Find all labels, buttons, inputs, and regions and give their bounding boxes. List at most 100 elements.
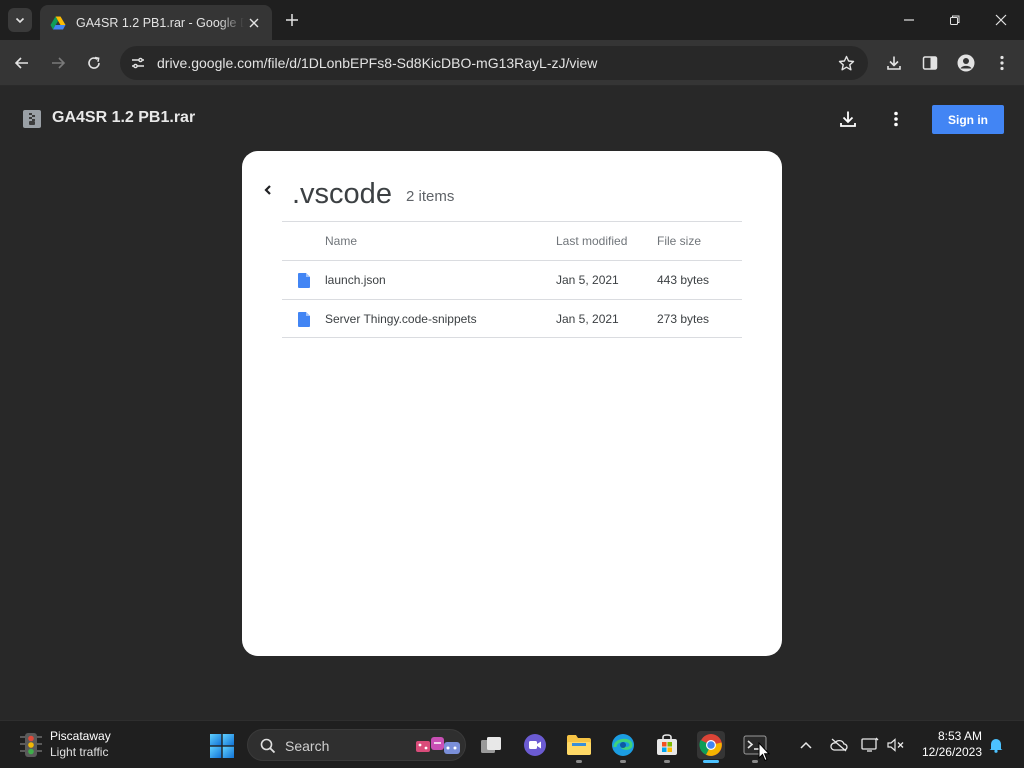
display-settings[interactable]	[860, 735, 880, 755]
bookmark-star-icon[interactable]	[837, 54, 855, 72]
site-settings-icon[interactable]	[129, 54, 147, 72]
file-title: GA4SR 1.2 PB1.rar	[52, 109, 196, 126]
close-icon	[995, 14, 1007, 26]
active-indicator	[703, 760, 719, 763]
side-panel-icon	[922, 56, 938, 70]
table-row[interactable]: launch.json Jan 5, 2021 443 bytes	[282, 260, 742, 299]
address-bar[interactable]: drive.google.com/file/d/1DLonbEPFs8-Sd8K…	[120, 46, 868, 80]
arrow-left-icon	[14, 57, 28, 69]
file-name: Server Thingy.code-snippets	[325, 312, 477, 326]
minimize-button[interactable]	[897, 8, 921, 32]
folder-name: .vscode	[292, 178, 392, 210]
file-name: launch.json	[325, 273, 386, 287]
microsoft-store-button[interactable]	[653, 731, 681, 763]
mouse-cursor-icon	[758, 742, 770, 762]
tab-strip: GA4SR 1.2 PB1.rar - Google Drive	[0, 0, 1024, 40]
table-row[interactable]: Server Thingy.code-snippets Jan 5, 2021 …	[282, 299, 742, 338]
tab-close-button[interactable]	[246, 15, 262, 31]
browser-tab[interactable]: GA4SR 1.2 PB1.rar - Google Drive	[40, 5, 272, 40]
chrome-button[interactable]	[697, 731, 725, 763]
speaker-muted-icon	[887, 738, 904, 752]
running-indicator	[576, 760, 582, 763]
taskbar-search[interactable]: Search	[247, 729, 466, 761]
restore-icon	[950, 15, 960, 25]
meet-app-button[interactable]	[521, 731, 549, 759]
restore-button[interactable]	[943, 8, 967, 32]
chrome-icon	[699, 734, 722, 756]
traffic-light-icon[interactable]	[18, 731, 44, 759]
monitor-icon	[861, 737, 879, 752]
download-file-button[interactable]	[836, 107, 860, 131]
store-icon	[657, 734, 677, 755]
document-icon	[298, 312, 310, 327]
archive-file-icon	[23, 110, 41, 128]
profile-button[interactable]	[954, 51, 978, 75]
archive-contents-card: .vscode 2 items Name Last modified File …	[242, 151, 782, 656]
edge-icon	[612, 734, 634, 756]
notifications-button[interactable]	[986, 735, 1006, 755]
url-text[interactable]: drive.google.com/file/d/1DLonbEPFs8-Sd8K…	[157, 55, 597, 71]
table-header-row: Name Last modified File size	[282, 221, 742, 260]
browser-toolbar: drive.google.com/file/d/1DLonbEPFs8-Sd8K…	[0, 40, 1024, 86]
windows-start-icon[interactable]	[209, 733, 235, 759]
video-call-icon	[524, 734, 546, 756]
close-icon	[249, 18, 259, 27]
downloads-button[interactable]	[882, 51, 906, 75]
file-modified: Jan 5, 2021	[556, 312, 619, 326]
folder-icon	[567, 735, 591, 755]
column-header-last-modified: Last modified	[556, 234, 628, 248]
show-hidden-icons-button[interactable]	[796, 735, 816, 755]
avatar-icon	[957, 54, 975, 72]
new-tab-button[interactable]	[282, 10, 302, 30]
forward-button[interactable]	[46, 51, 70, 75]
tab-search-button[interactable]	[8, 8, 32, 32]
back-folder-button[interactable]	[260, 182, 276, 198]
cloud-off-icon	[830, 738, 848, 752]
download-icon	[887, 56, 901, 70]
bell-icon	[989, 739, 1003, 753]
task-view-button[interactable]	[477, 731, 505, 759]
search-icon	[260, 738, 276, 754]
column-header-file-size: File size	[657, 234, 702, 248]
column-header-name: Name	[325, 234, 358, 248]
download-icon	[840, 111, 856, 127]
widget-condition[interactable]: Light traffic	[50, 745, 108, 759]
chrome-menu-button[interactable]	[990, 51, 1014, 75]
file-explorer-button[interactable]	[565, 731, 593, 763]
chevron-down-icon	[15, 17, 25, 24]
file-size: 273 bytes	[657, 312, 710, 326]
more-vert-icon	[894, 111, 898, 127]
file-table: Name Last modified File size launch.json…	[282, 221, 742, 338]
sign-in-button[interactable]: Sign in	[932, 105, 1004, 134]
search-highlight-icon	[416, 737, 460, 754]
chevron-up-icon	[800, 741, 812, 749]
clock-date[interactable]: 12/26/2023	[916, 745, 982, 759]
back-button[interactable]	[10, 51, 34, 75]
side-panel-button[interactable]	[918, 51, 942, 75]
running-indicator	[664, 760, 670, 763]
item-count: 2 items	[406, 188, 455, 205]
search-placeholder: Search	[285, 738, 330, 754]
file-modified: Jan 5, 2021	[556, 273, 619, 287]
arrow-right-icon	[52, 57, 66, 69]
minimize-icon	[904, 19, 914, 21]
running-indicator	[620, 760, 626, 763]
clock-time[interactable]: 8:53 AM	[920, 729, 982, 743]
google-drive-icon	[50, 16, 66, 29]
taskbar: Piscataway Light traffic Search 8:53 AM …	[0, 720, 1024, 768]
plus-icon	[286, 14, 298, 26]
edge-button[interactable]	[609, 731, 637, 763]
reload-button[interactable]	[82, 51, 106, 75]
more-actions-button[interactable]	[884, 107, 908, 131]
tab-title: GA4SR 1.2 PB1.rar - Google Drive	[76, 15, 244, 30]
task-view-icon	[481, 737, 501, 753]
onedrive-status[interactable]	[829, 735, 849, 755]
widget-location[interactable]: Piscataway	[50, 729, 111, 743]
volume-muted[interactable]	[886, 735, 906, 755]
window-close-button[interactable]	[989, 8, 1013, 32]
document-icon	[298, 273, 310, 288]
file-size: 443 bytes	[657, 273, 710, 287]
reload-icon	[88, 56, 100, 69]
chevron-left-icon	[264, 185, 271, 195]
viewer-header: GA4SR 1.2 PB1.rar Sign in	[0, 87, 1024, 151]
